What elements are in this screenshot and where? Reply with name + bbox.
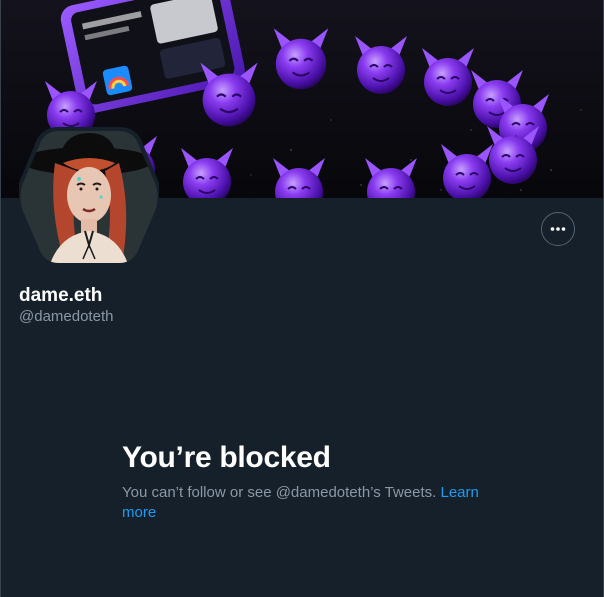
avatar[interactable] — [19, 127, 159, 267]
blocked-message: You can’t follow or see @damedoteth’s Tw… — [122, 483, 492, 523]
blocked-message-text: You can’t follow or see @damedoteth’s Tw… — [122, 484, 441, 501]
profile-page: dame.eth @damedoteth You’re blocked You … — [0, 0, 604, 597]
profile-handle: @damedoteth — [19, 308, 114, 325]
more-horizontal-icon — [550, 227, 566, 231]
blocked-title: You’re blocked — [122, 441, 331, 474]
more-options-button[interactable] — [541, 212, 575, 246]
profile-display-name: dame.eth — [19, 285, 103, 306]
